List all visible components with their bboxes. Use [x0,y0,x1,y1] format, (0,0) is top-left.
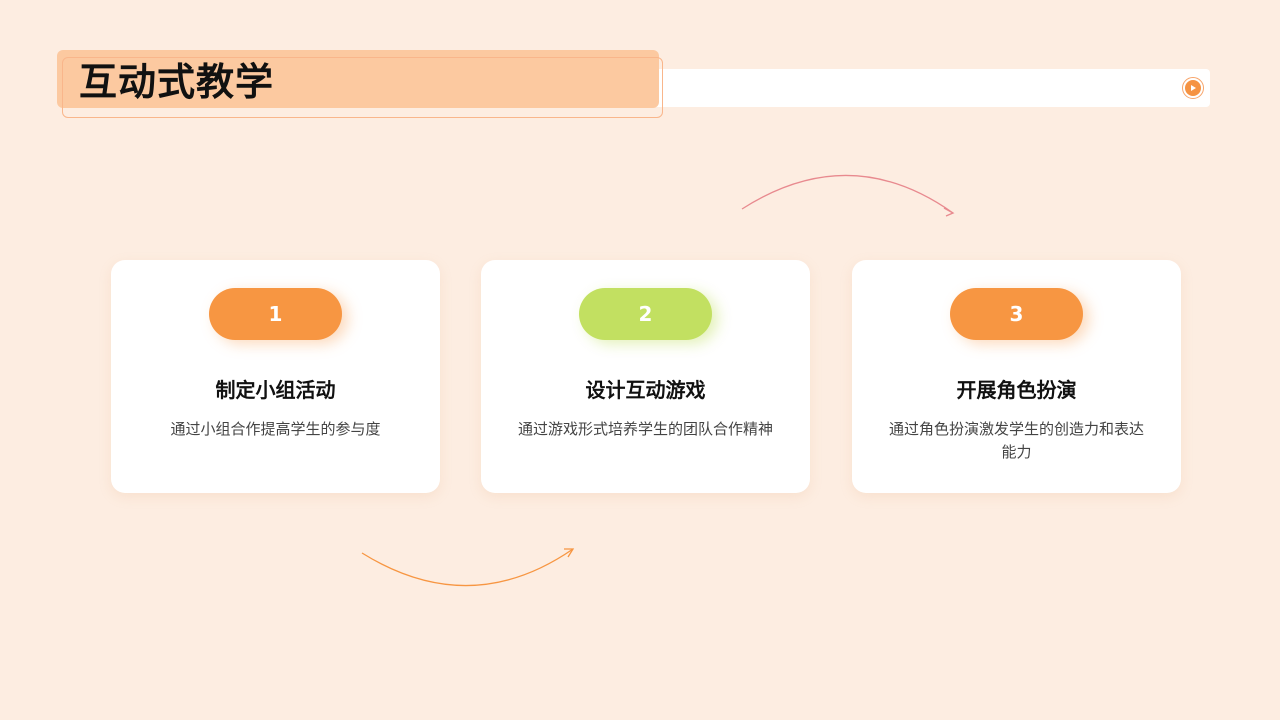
title-header: 互动式教学 [57,50,1210,120]
top-arrow-head [943,207,955,217]
step-card-3: 3 开展角色扮演 通过角色扮演激发学生的创造力和表达能力 [852,260,1181,493]
play-icon[interactable] [1182,77,1204,99]
step-card-1: 1 制定小组活动 通过小组合作提高学生的参与度 [111,260,440,493]
step-number-badge: 2 [579,288,712,340]
play-icon-inner [1185,80,1201,96]
bottom-arrow-head [564,548,575,558]
step-description: 通过游戏形式培养学生的团队合作精神 [517,420,773,438]
step-title: 设计互动游戏 [585,378,706,402]
top-curved-arrow [741,174,954,214]
play-triangle [1191,85,1196,91]
step-title: 制定小组活动 [215,378,336,402]
step-title: 开展角色扮演 [956,378,1077,402]
bottom-curved-arrow [361,548,574,587]
step-number-badge: 3 [950,288,1083,340]
title-underline-bar [597,69,1210,107]
step-card-2: 2 设计互动游戏 通过游戏形式培养学生的团队合作精神 [481,260,810,493]
step-description: 通过小组合作提高学生的参与度 [170,420,381,438]
step-description: 通过角色扮演激发学生的创造力和表达能力 [888,420,1144,461]
step-number-badge: 1 [209,288,342,340]
page-title: 互动式教学 [79,60,275,104]
